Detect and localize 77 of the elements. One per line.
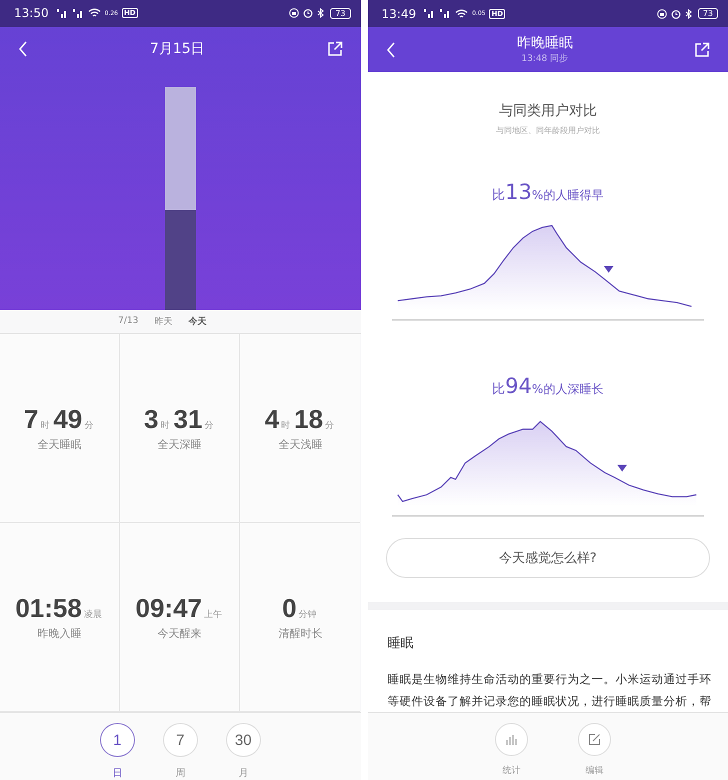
ranking-percent: 94 [505,374,532,398]
wifi-icon [88,8,101,18]
unit-label: 时 [160,420,170,432]
marker-triangle-icon [617,464,627,472]
action-label: 统计 [502,764,520,777]
period-label: 周 [175,767,186,780]
unit-label: 时 [281,420,290,432]
sync-time: 13:48 同步 [521,52,568,65]
back-button[interactable] [386,42,396,58]
section-title: 与同类用户对比 [498,102,597,120]
section-subtitle: 与同地区、同年龄段用户对比 [496,125,600,136]
unit-label: 凌晨 [84,608,102,621]
period-tab[interactable]: 7 周 [162,723,198,780]
battery-level: 73 [698,8,718,19]
ranking-prefix: 比 [492,380,506,398]
stat-label: 全天睡眠 [38,436,82,452]
marker-triangle-icon [604,266,614,273]
bar-chart-icon [505,734,518,746]
stat-label: 今天醒来 [158,626,202,641]
stat-value: 0 [282,592,297,624]
ranking-text: %的人睡得早 [532,187,604,204]
action-label: 编辑 [585,764,604,777]
alarm-icon [303,8,314,18]
status-time: 13:50 [14,6,49,20]
stat-value: 3 [144,404,159,435]
day-label[interactable]: 昨天 [154,314,172,328]
period-label: 月 [238,767,248,780]
ranking-text: %的人深睡长 [532,380,604,398]
back-button[interactable] [18,41,28,58]
stat-value: 09:47 [135,592,202,624]
rotation-lock-icon [289,8,300,18]
feeling-button[interactable]: 今天感觉怎么样? [386,538,710,578]
unit-label: 时 [40,420,50,432]
edit-icon [588,733,601,746]
alarm-icon [670,8,681,18]
stat-label: 清醒时长 [278,626,322,641]
period-label: 日 [112,767,122,780]
stat-value: 18 [294,404,324,435]
signal-icon [56,8,68,18]
share-button[interactable] [694,42,710,58]
stat-label: 全天深睡 [158,436,202,452]
unit-label: 分 [325,420,334,432]
signal-icon [423,9,436,18]
stat-label: 全天浅睡 [278,436,322,452]
stat-value: 7 [24,404,38,435]
day-label[interactable]: 今天 [188,314,206,328]
bluetooth-icon [684,8,692,18]
signal-icon [439,9,452,18]
period-tab[interactable]: 1 日 [100,723,135,780]
wifi-icon [455,8,468,18]
stat-value: 31 [174,404,202,435]
stat-value: 4 [264,404,280,435]
ranking-prefix: 比 [492,187,506,204]
stat-value: 49 [53,404,82,435]
stat-value: 01:58 [15,592,82,624]
unit-label: 分 [84,420,94,432]
unit-label: 分钟 [298,608,317,621]
article-text: 睡眠是生物维持生命活动的重要行为之一。小米运动通过手环等硬件设备了解并记录您的睡眠状况，进行睡眠质量分析，帮 [388,671,712,710]
rotation-lock-icon [656,8,667,18]
unit-label: 上午 [204,608,222,621]
share-button[interactable] [326,41,342,58]
battery-level: 73 [330,8,350,19]
bluetooth-icon [317,8,324,18]
action-button[interactable]: 编辑 [578,723,611,780]
unit-label: 分 [204,420,214,432]
period-tab[interactable]: 30 月 [226,723,261,780]
status-time: 13:49 [382,6,416,20]
period-circle: 30 [226,723,261,757]
page-title: 昨晚睡眠 [516,34,573,52]
period-circle: 1 [100,723,135,757]
day-label[interactable]: 7/13 [118,316,138,326]
stat-label: 昨晚入睡 [38,626,82,641]
period-circle: 7 [162,723,198,757]
signal-icon [72,8,84,18]
date-title: 7月15日 [150,40,205,58]
article-heading: 睡眠 [388,635,414,652]
ranking-percent: 13 [505,180,532,204]
